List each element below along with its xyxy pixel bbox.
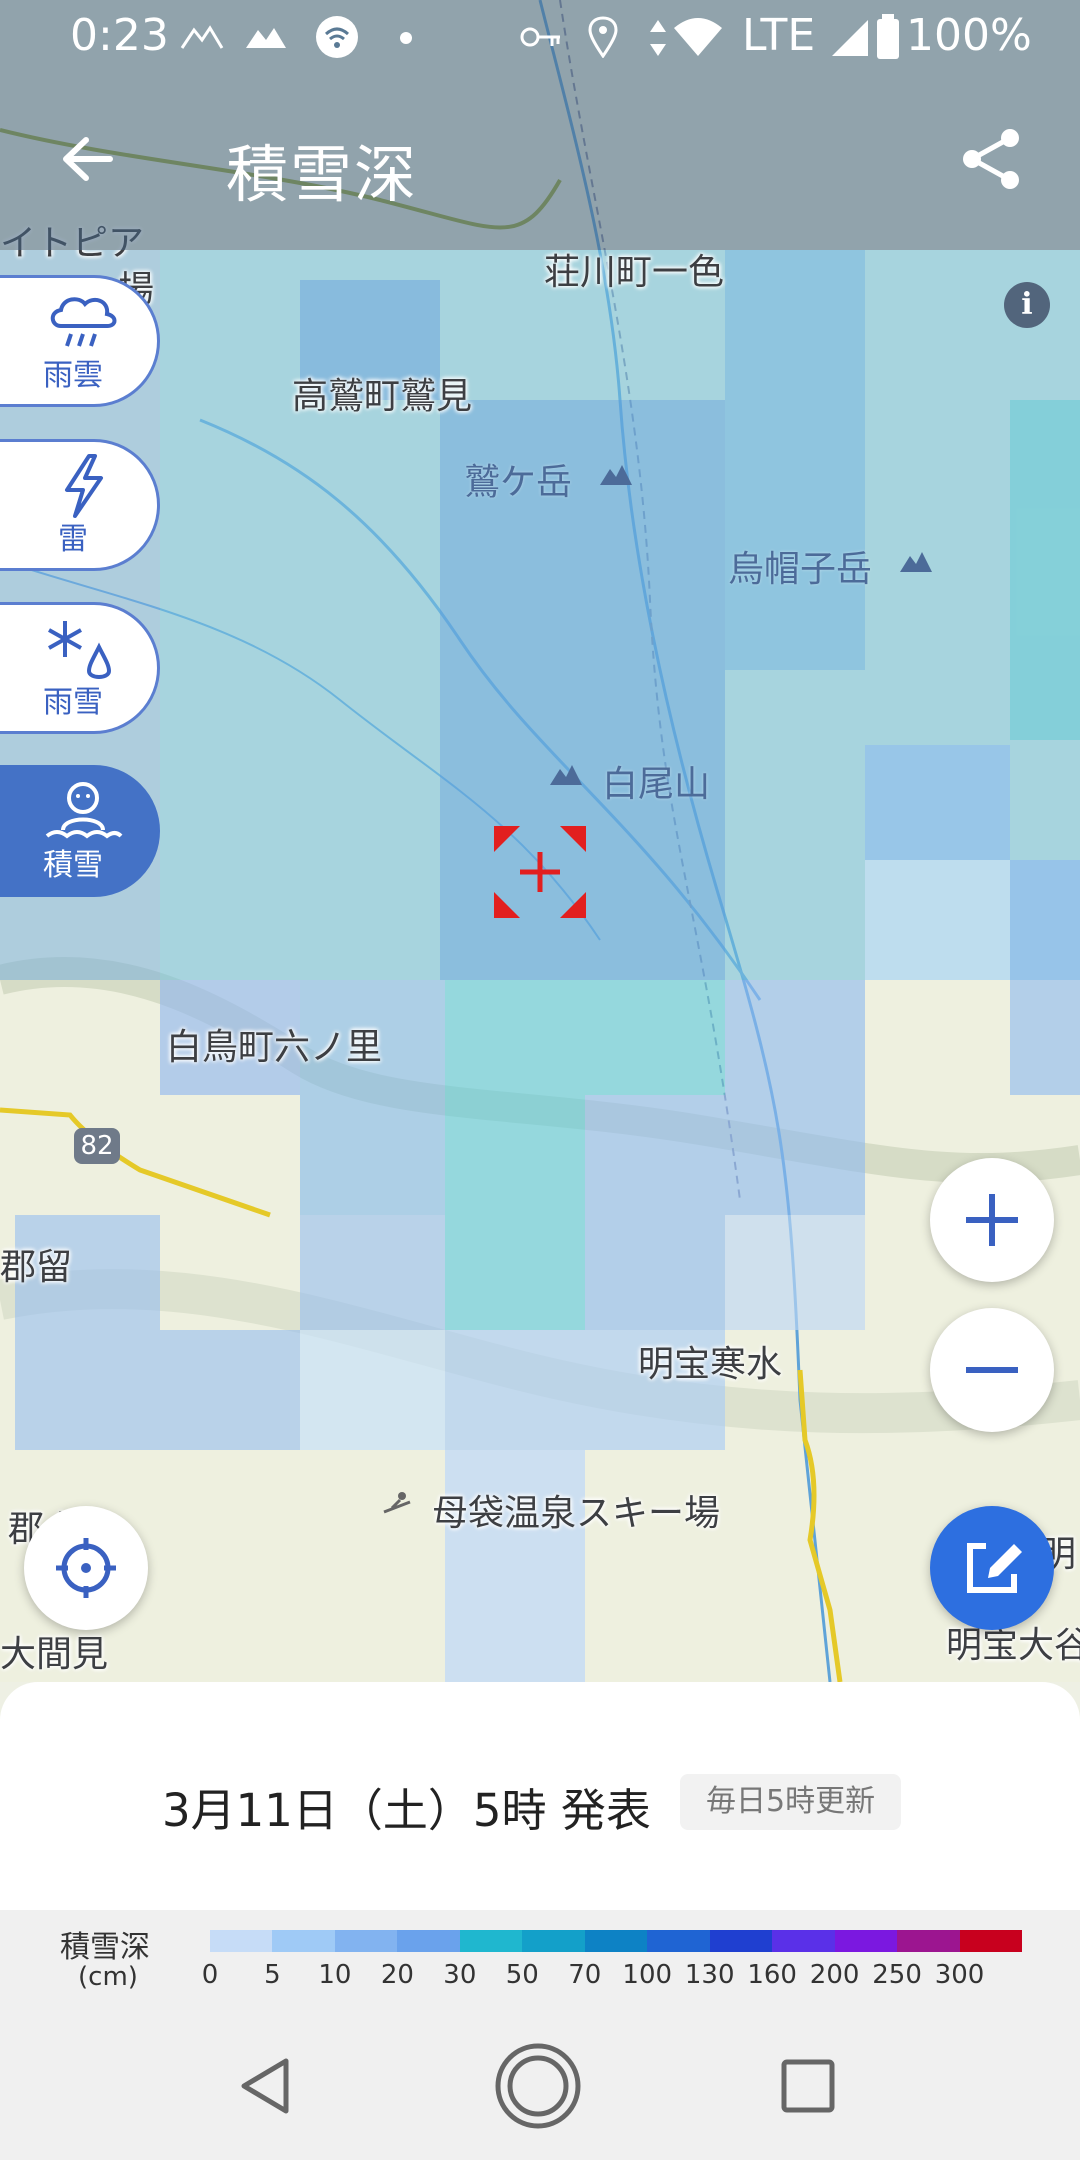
legend-swatch bbox=[959, 1930, 1023, 1952]
snow-rain-icon bbox=[48, 621, 112, 679]
crosshair-location-icon bbox=[56, 1538, 116, 1598]
network-type: LTE bbox=[742, 10, 816, 61]
lightning-icon bbox=[65, 454, 103, 518]
legend-tick-label: 5 bbox=[264, 1960, 281, 1990]
system-nav-bar bbox=[0, 2010, 1080, 2160]
status-time: 0:23 bbox=[70, 10, 169, 61]
forecast-sheet[interactable]: 3月11日（土）5時 発表 毎日5時更新 bbox=[0, 1682, 1080, 1910]
page-title: 積雪深 bbox=[226, 138, 419, 211]
tab-lightning[interactable]: 雷 bbox=[0, 439, 160, 571]
legend-swatch bbox=[647, 1930, 710, 1952]
edit-icon bbox=[967, 1543, 1022, 1593]
ski-area-icon bbox=[383, 1492, 411, 1514]
map-label: 明宝寒水 bbox=[638, 1344, 783, 1385]
app-bar: 積雪深 bbox=[0, 72, 1080, 250]
mountain-filled-notification-icon bbox=[246, 28, 286, 48]
map-label: 母袋温泉スキー場 bbox=[432, 1493, 721, 1534]
legend-swatch bbox=[522, 1930, 585, 1952]
map-label: 荘川町一色 bbox=[544, 252, 725, 293]
map-label: 大間見 bbox=[0, 1634, 109, 1675]
tab-label: 積雪 bbox=[43, 848, 103, 883]
legend-swatch bbox=[397, 1930, 460, 1952]
legend-swatch bbox=[210, 1930, 273, 1952]
legend-tick-label: 200 bbox=[809, 1960, 860, 1990]
update-badge: 毎日5時更新 bbox=[680, 1774, 902, 1830]
mountain-notification-icon bbox=[180, 25, 224, 49]
battery-icon bbox=[877, 14, 899, 59]
legend-color-bar bbox=[210, 1930, 1023, 1952]
battery-level: 100% bbox=[906, 10, 1032, 61]
legend-swatch bbox=[584, 1930, 648, 1952]
tab-label: 雨雪 bbox=[43, 685, 103, 720]
share-icon[interactable] bbox=[956, 124, 1026, 194]
legend-tick-label: 100 bbox=[622, 1960, 673, 1990]
tab-label: 雷 bbox=[58, 522, 88, 557]
mountain-icon bbox=[600, 465, 632, 485]
legend-tick-label: 0 bbox=[201, 1960, 219, 1990]
legend-ticks: 0 5 10 20 30 50 70 100 130 160 200 250 300 bbox=[186, 1960, 1026, 2000]
legend-tick-label: 160 bbox=[747, 1960, 797, 1990]
data-transfer-icon bbox=[650, 20, 666, 56]
legend-swatch bbox=[272, 1930, 335, 1952]
mountain-icon bbox=[900, 552, 932, 572]
back-arrow-icon[interactable] bbox=[54, 124, 124, 194]
zoom-out-button[interactable] bbox=[930, 1308, 1054, 1432]
map-label: 高鷲町鷲見 bbox=[292, 376, 473, 417]
legend-swatch bbox=[334, 1930, 398, 1952]
notification-dot-icon bbox=[400, 32, 412, 44]
legend-unit: (cm) bbox=[78, 1962, 138, 1992]
legend-swatch bbox=[834, 1930, 898, 1952]
map-label-peak: 鷲ケ岳 bbox=[464, 462, 573, 503]
status-bar: 0:23 LTE 100% bbox=[0, 0, 1080, 72]
legend-swatch bbox=[772, 1930, 835, 1952]
minus-icon bbox=[966, 1367, 1018, 1373]
route-shield: 82 bbox=[74, 1128, 120, 1164]
map-crosshair bbox=[494, 826, 586, 918]
tab-snow-rain[interactable]: 雨雪 bbox=[0, 602, 160, 734]
legend-swatch bbox=[709, 1930, 773, 1952]
map-label-peak: 烏帽子岳 bbox=[728, 549, 873, 590]
legend-tick-label: 50 bbox=[505, 1960, 539, 1990]
vpn-key-icon bbox=[520, 27, 560, 47]
map-label: 郡留 bbox=[0, 1247, 73, 1288]
tab-rain-cloud[interactable]: 雨雲 bbox=[0, 275, 160, 407]
rain-cloud-icon bbox=[50, 297, 117, 347]
tab-snow-cover[interactable]: 積雪 bbox=[0, 765, 160, 897]
nav-home-icon[interactable] bbox=[494, 2042, 582, 2130]
published-time: 3月11日（土）5時 発表 bbox=[162, 1784, 651, 1837]
legend-tick-label: 70 bbox=[568, 1960, 602, 1990]
wifi-hotspot-icon bbox=[316, 16, 358, 58]
current-location-button[interactable] bbox=[24, 1506, 148, 1630]
map-view[interactable]: 荘川町一色 高鷲町鷲見 鷲ケ岳 烏帽子岳 白尾山 白鳥町六ノ里 明宝寒水 母袋温… bbox=[0, 0, 1080, 1682]
legend-tick-label: 10 bbox=[318, 1960, 352, 1990]
legend-tick-label: 30 bbox=[443, 1960, 477, 1990]
zoom-in-button[interactable] bbox=[930, 1158, 1054, 1282]
post-report-button[interactable] bbox=[930, 1506, 1054, 1630]
legend-title: 積雪深 bbox=[60, 1930, 150, 1965]
legend-swatch bbox=[459, 1930, 523, 1952]
legend-tick-label: 250 bbox=[872, 1960, 922, 1990]
mountain-icon bbox=[550, 765, 582, 785]
snow-depth-legend: 積雪深 (cm) 0 5 10 20 30 50 70 100 130 160 200 250 300 bbox=[0, 1910, 1080, 2010]
map-label: 白鳥町六ノ里 bbox=[166, 1027, 383, 1068]
legend-tick-label: 20 bbox=[380, 1960, 414, 1990]
legend-swatch bbox=[897, 1930, 960, 1952]
legend-tick-label: 300 bbox=[934, 1960, 985, 1990]
location-icon bbox=[588, 16, 618, 58]
wifi-icon bbox=[674, 18, 722, 56]
snowman-icon bbox=[45, 782, 123, 839]
map-label-peak: 白尾山 bbox=[602, 764, 711, 805]
nav-recents-icon[interactable] bbox=[780, 2058, 836, 2114]
plus-icon bbox=[966, 1194, 1018, 1246]
info-button[interactable]: i bbox=[1004, 282, 1050, 328]
signal-icon bbox=[832, 20, 868, 56]
legend-tick-label: 130 bbox=[684, 1960, 735, 1990]
nav-back-icon[interactable] bbox=[236, 2055, 298, 2117]
tab-label: 雨雲 bbox=[43, 358, 103, 393]
